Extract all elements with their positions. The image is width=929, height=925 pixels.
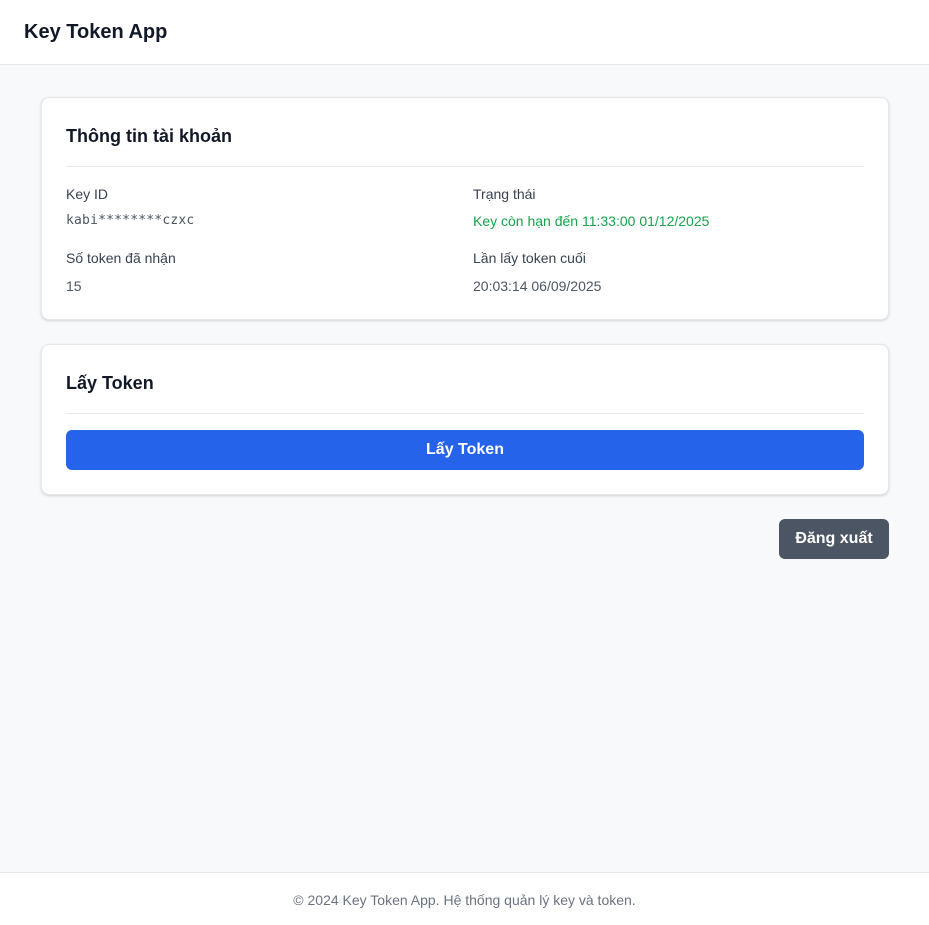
key-id-value: kabi********czxc [66, 213, 195, 228]
status-value: Key còn hạn đến 11:33:00 01/12/2025 [473, 213, 710, 229]
status-label: Trạng thái [473, 186, 536, 202]
get-token-button[interactable]: Lấy Token [66, 430, 864, 470]
card-divider [66, 166, 864, 167]
top-navbar: Key Token App [0, 0, 929, 65]
tokens-received-value: 15 [66, 278, 82, 294]
last-token-label: Lần lấy token cuối [473, 250, 586, 266]
logout-button[interactable]: Đăng xuất [779, 519, 889, 559]
key-id-label: Key ID [66, 186, 109, 202]
get-token-card: Lấy Token Lấy Token [41, 344, 889, 495]
tokens-received-label: Số token đã nhận [66, 250, 176, 266]
card-divider [66, 413, 864, 414]
page-footer: © 2024 Key Token App. Hệ thống quản lý k… [0, 872, 929, 925]
footer-text: © 2024 Key Token App. Hệ thống quản lý k… [293, 892, 636, 908]
account-info-card: Thông tin tài khoản Key ID kabi********c… [41, 97, 889, 320]
account-info-title: Thông tin tài khoản [66, 126, 232, 146]
get-token-title: Lấy Token [66, 373, 154, 393]
app-title: Key Token App [24, 21, 168, 43]
last-token-value: 20:03:14 06/09/2025 [473, 278, 602, 294]
